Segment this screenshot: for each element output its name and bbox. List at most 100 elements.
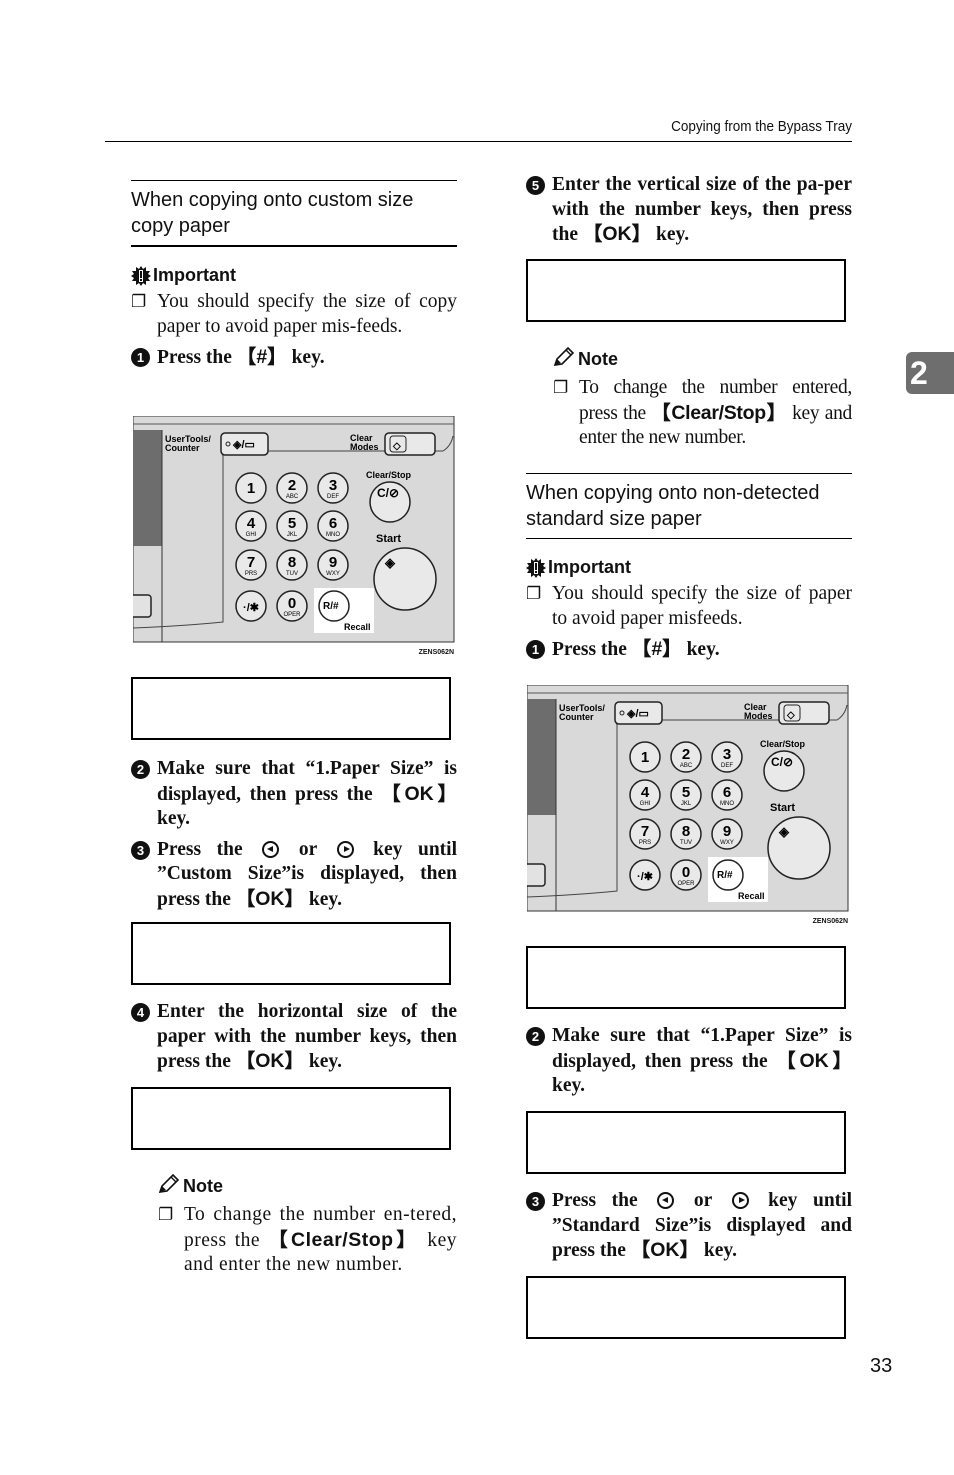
key-ok: OK bbox=[602, 223, 632, 245]
keypad-key-label: 8 bbox=[682, 823, 690, 840]
important-icon bbox=[526, 557, 546, 578]
keypad-key-sublabel: WXY bbox=[720, 840, 734, 846]
note-label: Note bbox=[578, 349, 618, 369]
keypad-key: 6MNO bbox=[317, 510, 349, 542]
keypad-key-sublabel: MNO bbox=[326, 532, 340, 538]
step-2: 2 Make sure that “1.Paper Size” is displ… bbox=[131, 757, 457, 832]
left-step-4: 4 Enter the horizontal size of the paper… bbox=[131, 1000, 457, 1075]
svg-text:Modes: Modes bbox=[350, 442, 379, 452]
start-button bbox=[373, 547, 437, 611]
lcd-custom-size-horiz: Custom Size: Horiz.[43.2”] bbox=[131, 1087, 451, 1150]
pencil-icon bbox=[553, 346, 575, 372]
clear-stop-label: Clear/Stop bbox=[366, 470, 412, 480]
pencil-icon bbox=[158, 1173, 180, 1199]
right-arrow-key-icon bbox=[336, 840, 354, 858]
keypad-key: 7PRS bbox=[629, 818, 661, 850]
keypad-key-sublabel: DEF bbox=[327, 494, 339, 500]
checkbox-bullet-icon: ❐ bbox=[553, 378, 568, 397]
keypad-key-sublabel: OPER bbox=[677, 881, 695, 887]
keypad-key-sublabel: TUV bbox=[286, 571, 298, 577]
lcd-paper-size-standard: Paper Size: /OK Standard Size bbox=[526, 1276, 846, 1339]
key-ok: OK bbox=[799, 1049, 829, 1072]
svg-text:R/#: R/# bbox=[717, 870, 733, 881]
keypad-key-label: 5 bbox=[288, 515, 296, 532]
svg-text:C/⊘: C/⊘ bbox=[377, 486, 399, 500]
key-clear-stop: Clear/Stop bbox=[671, 401, 766, 424]
important-label: Important bbox=[153, 265, 236, 285]
svg-text:◈: ◈ bbox=[778, 824, 790, 839]
note-heading: Note bbox=[158, 1173, 457, 1199]
step-2: 2 Make sure that “1.Paper Size” is displ… bbox=[526, 1024, 852, 1099]
section-title-non-detected: When copying onto non-detected standard … bbox=[526, 473, 852, 539]
svg-text:Counter: Counter bbox=[165, 443, 200, 453]
keypad-key-sublabel: PRS bbox=[245, 571, 257, 577]
keypad-key: 9WXY bbox=[711, 818, 743, 850]
lcd-custom-size-vert: Custom Size: Vert.[29.7”] bbox=[526, 259, 846, 322]
keypad-key: 2ABC bbox=[670, 741, 702, 773]
right-step-5: 5 Enter the vertical size of the pa-per … bbox=[526, 173, 852, 248]
left-arrow-key-icon bbox=[657, 1192, 675, 1209]
key-hash: # bbox=[256, 346, 268, 368]
keypad-key-sublabel: JKL bbox=[287, 532, 298, 538]
important-icon bbox=[131, 265, 151, 286]
keypad-key: 8TUV bbox=[276, 549, 308, 581]
keypad-key: ·/✱ bbox=[235, 590, 267, 622]
step-number-badge: 3 bbox=[131, 840, 150, 860]
note-label: Note bbox=[183, 1176, 223, 1196]
keypad-key-sublabel: ABC bbox=[286, 494, 299, 500]
keypad-key: 2ABC bbox=[276, 472, 308, 504]
chapter-tab[interactable]: 2 bbox=[906, 352, 954, 394]
page-number: 33 bbox=[870, 1355, 893, 1377]
keypad-key: 8TUV bbox=[670, 818, 702, 850]
recall-label: Recall bbox=[344, 622, 371, 632]
recall-label: Recall bbox=[738, 891, 765, 901]
lcd-paper-size-auto: Paper Size: /OK [Auto Detect] bbox=[526, 1111, 846, 1174]
important-item: ❐ You should specify the size of copy pa… bbox=[131, 291, 457, 337]
keypad-key-label: 9 bbox=[723, 823, 731, 840]
keypad-key-label: 1 bbox=[641, 749, 649, 766]
step-4: 4 Enter the horizontal size of the paper… bbox=[131, 1000, 457, 1075]
keypad-key-label: 3 bbox=[723, 746, 731, 763]
left-steps-2-3: 2 Make sure that “1.Paper Size” is displ… bbox=[131, 757, 457, 912]
svg-text:R/#: R/# bbox=[323, 601, 339, 612]
key-ok: OK bbox=[404, 782, 434, 805]
step-1: 1 Press the 【#】 key. bbox=[526, 637, 852, 663]
keypad-key: 0OPER bbox=[670, 859, 702, 891]
keypad-key-label: 1 bbox=[247, 480, 255, 497]
control-panel-figure: UserTools/ Counter ◈/▭ Clear Modes ◇ 12A… bbox=[520, 684, 849, 925]
keypad-key-label: 7 bbox=[247, 554, 255, 571]
note-heading: Note bbox=[553, 346, 852, 372]
keypad-key-sublabel: OPER bbox=[283, 612, 301, 618]
key-ok: OK bbox=[650, 1239, 680, 1261]
figure-code: ZENS062N bbox=[812, 918, 848, 925]
step-3: 3 Press the or key until ”Custom Size”is… bbox=[131, 838, 457, 913]
start-button bbox=[767, 816, 831, 880]
lcd-paper-size-custom: Paper Size: /OK Custom Size bbox=[131, 922, 451, 985]
keypad-key: 5JKL bbox=[670, 779, 702, 811]
start-label: Start bbox=[770, 802, 795, 814]
checkbox-bullet-icon: ❐ bbox=[526, 584, 542, 603]
svg-text:◇: ◇ bbox=[786, 710, 795, 721]
lcd-bypass-setting: Bypass Setting: 1.Paper Size bbox=[526, 946, 846, 1009]
keypad-key: 5JKL bbox=[276, 510, 308, 542]
keypad-key-label: ·/✱ bbox=[637, 871, 653, 883]
svg-text:◇: ◇ bbox=[392, 441, 401, 452]
right-step-3: 3 Press the or key until ”Standard Size”… bbox=[526, 1189, 852, 1264]
display-panel-edge bbox=[527, 699, 556, 815]
keypad-key-label: 8 bbox=[288, 554, 296, 571]
display-panel-edge bbox=[133, 430, 162, 546]
keypad-key: 3DEF bbox=[317, 472, 349, 504]
keypad-key-label: 7 bbox=[641, 823, 649, 840]
lcd-bypass-setting: Bypass Setting: 1.Paper Size bbox=[131, 677, 451, 740]
keypad-key-sublabel: WXY bbox=[326, 571, 340, 577]
important-heading: Important bbox=[131, 265, 457, 286]
important-label: Important bbox=[548, 557, 631, 577]
keypad-key-label: 0 bbox=[682, 864, 690, 881]
key-ok: OK bbox=[255, 1050, 285, 1072]
keypad-key: 1 bbox=[235, 472, 267, 504]
step-number-badge: 2 bbox=[131, 760, 150, 779]
keypad-key: 4GHI bbox=[629, 779, 661, 811]
keypad-key-label: 2 bbox=[682, 746, 690, 763]
left-note: Note ❐ To change the number en-tered, pr… bbox=[158, 1173, 457, 1278]
step-5: 5 Enter the vertical size of the pa-per … bbox=[526, 173, 852, 248]
